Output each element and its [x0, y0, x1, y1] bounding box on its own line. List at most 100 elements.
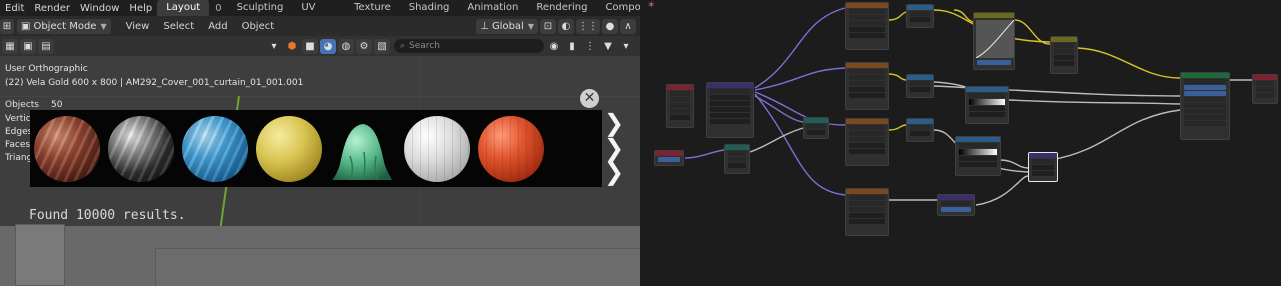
- node-field[interactable]: [1054, 43, 1074, 48]
- chevron-down-icon[interactable]: ▾: [618, 39, 634, 54]
- node-field[interactable]: [1032, 159, 1054, 164]
- node-field[interactable]: [849, 149, 885, 154]
- chevron-right-icon[interactable]: ❯: [604, 111, 624, 135]
- search-field[interactable]: ⌕: [394, 39, 544, 53]
- node-field[interactable]: [728, 157, 746, 162]
- node-field[interactable]: [1054, 61, 1074, 66]
- value-node[interactable]: [654, 150, 684, 166]
- snap-icon[interactable]: ◐: [558, 18, 574, 34]
- filter-world-icon[interactable]: ◍: [338, 38, 354, 54]
- node-field[interactable]: [1054, 49, 1074, 54]
- node-field[interactable]: [710, 107, 750, 112]
- node-field[interactable]: [1184, 121, 1226, 126]
- node-field[interactable]: [969, 112, 1005, 117]
- pivot-icon[interactable]: ⊡: [540, 18, 556, 34]
- texture-coordinate-node[interactable]: [666, 84, 694, 128]
- node-field[interactable]: [941, 207, 971, 212]
- node-field[interactable]: [849, 33, 885, 38]
- node-field[interactable]: [710, 95, 750, 100]
- node-field[interactable]: [849, 207, 885, 212]
- material-thumbnail[interactable]: [256, 115, 322, 182]
- image-texture-node[interactable]: [845, 188, 889, 236]
- menu-object[interactable]: Object: [235, 21, 282, 32]
- principled-bsdf-node[interactable]: [1180, 72, 1230, 140]
- chevron-right-icon[interactable]: ❯: [604, 136, 624, 160]
- node-field[interactable]: [910, 125, 930, 130]
- material-output-node[interactable]: [1252, 74, 1278, 104]
- filter-scene-icon[interactable]: ⚙: [356, 38, 372, 54]
- node-field[interactable]: [1032, 171, 1054, 176]
- node-field[interactable]: [1184, 91, 1226, 96]
- select-box-icon[interactable]: ▦: [2, 38, 18, 54]
- chevron-right-icon[interactable]: ❯: [604, 160, 624, 184]
- node-field[interactable]: [710, 119, 750, 124]
- menu-select[interactable]: Select: [156, 21, 201, 32]
- filter-image-icon[interactable]: ▧: [374, 38, 390, 54]
- rgb-curves-node[interactable]: [973, 12, 1015, 70]
- node-field[interactable]: [959, 156, 997, 161]
- mapping-node[interactable]: [706, 82, 754, 138]
- tab-0[interactable]: 0: [209, 3, 227, 14]
- node-field[interactable]: [1256, 87, 1274, 92]
- image-texture-node[interactable]: [845, 118, 889, 166]
- node-field[interactable]: [710, 113, 750, 118]
- material-thumbnail[interactable]: [108, 115, 174, 182]
- grid-view-icon[interactable]: ⋮: [582, 39, 598, 54]
- node-field[interactable]: [807, 130, 825, 135]
- node-field[interactable]: [1032, 165, 1054, 170]
- math-node[interactable]: [803, 117, 829, 139]
- node-field[interactable]: [1256, 81, 1274, 86]
- node-editor[interactable]: ✶: [640, 0, 1281, 286]
- asset-library-icon[interactable]: ⬢: [284, 39, 300, 54]
- node-field[interactable]: [959, 143, 997, 148]
- material-thumbnail[interactable]: [182, 115, 248, 182]
- menu-render[interactable]: Render: [29, 3, 75, 14]
- color-ramp-node[interactable]: [965, 86, 1009, 124]
- snap-target-icon[interactable]: ⋮⋮: [576, 18, 600, 34]
- material-thumbnail[interactable]: [34, 115, 100, 182]
- color-ramp-gradient[interactable]: [959, 149, 997, 155]
- select-extend-icon[interactable]: ▣: [20, 38, 36, 54]
- color-ramp-node[interactable]: [955, 136, 1001, 176]
- node-field[interactable]: [1256, 93, 1274, 98]
- tab-sculpting[interactable]: Sculpting: [228, 0, 293, 16]
- node-field[interactable]: [710, 89, 750, 94]
- node-field[interactable]: [849, 27, 885, 32]
- node-field[interactable]: [849, 69, 885, 74]
- tab-texture-paint[interactable]: Texture Paint: [345, 0, 400, 29]
- node-field[interactable]: [658, 157, 680, 162]
- separate-color-node[interactable]: [906, 4, 934, 28]
- filter-icon[interactable]: ▼: [600, 39, 616, 54]
- image-texture-node[interactable]: [845, 2, 889, 50]
- mix-node[interactable]: [1028, 152, 1058, 182]
- filter-material-icon[interactable]: ◕: [320, 38, 336, 54]
- menu-add[interactable]: Add: [201, 21, 234, 32]
- node-field[interactable]: [910, 11, 930, 16]
- color-ramp-gradient[interactable]: [969, 99, 1005, 105]
- menu-edit[interactable]: Edit: [0, 3, 29, 14]
- eye-icon[interactable]: ◉: [546, 39, 562, 54]
- node-field[interactable]: [728, 163, 746, 168]
- tab-animation[interactable]: Animation: [458, 0, 527, 16]
- node-field[interactable]: [1184, 103, 1226, 108]
- node-field[interactable]: [959, 162, 997, 167]
- node-field[interactable]: [849, 15, 885, 20]
- node-field[interactable]: [849, 87, 885, 92]
- node-field[interactable]: [1184, 79, 1226, 84]
- node-field[interactable]: [849, 143, 885, 148]
- node-field[interactable]: [849, 137, 885, 142]
- editor-type-icon[interactable]: ⊞: [0, 18, 14, 34]
- tab-shading[interactable]: Shading: [400, 0, 459, 16]
- node-field[interactable]: [977, 60, 1011, 65]
- filter-mesh-icon[interactable]: ■: [302, 38, 318, 54]
- menu-help[interactable]: Help: [124, 3, 157, 14]
- transform-orientation-dropdown[interactable]: ⊥ Global ▼: [476, 18, 538, 34]
- node-field[interactable]: [849, 219, 885, 224]
- chevron-down-icon[interactable]: ▾: [266, 39, 282, 54]
- node-field[interactable]: [969, 106, 1005, 111]
- material-thumbnail[interactable]: [330, 116, 396, 182]
- node-field[interactable]: [1184, 97, 1226, 102]
- node-field[interactable]: [849, 21, 885, 26]
- proportional-edit-icon[interactable]: ●: [602, 18, 618, 34]
- bookmark-icon[interactable]: ▮: [564, 39, 580, 54]
